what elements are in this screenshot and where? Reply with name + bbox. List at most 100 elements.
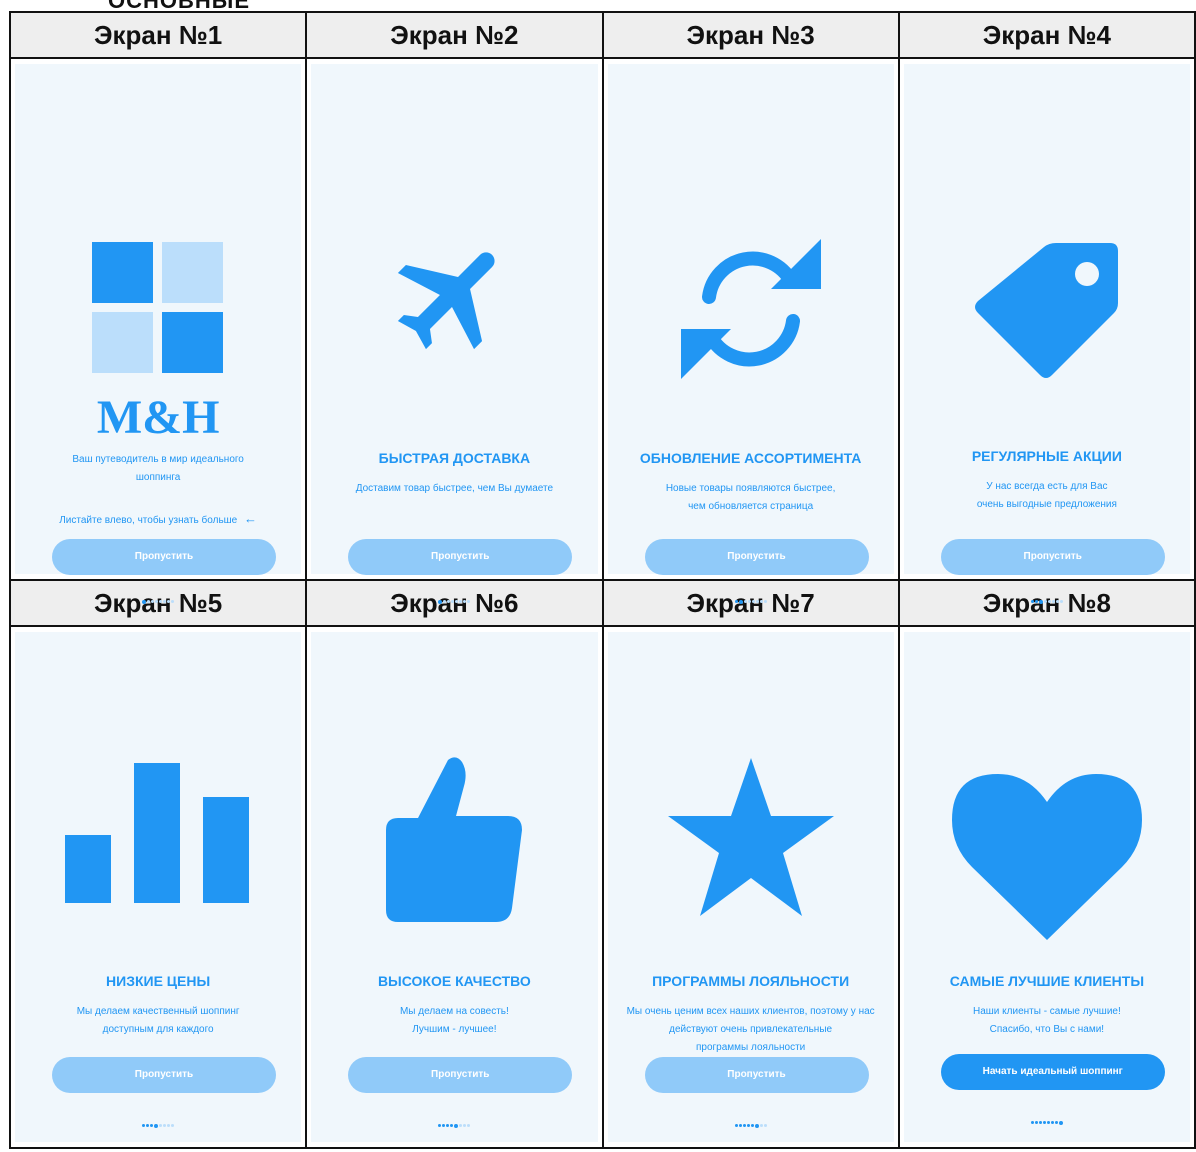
page-dot (1042, 1121, 1046, 1125)
page-dot (159, 1124, 163, 1128)
page-dot (167, 1124, 171, 1128)
page-dot (442, 1124, 446, 1128)
page-dot (1058, 1120, 1063, 1125)
page-dot (763, 600, 767, 604)
page-dot (446, 1124, 450, 1128)
page-dot (467, 1124, 471, 1128)
description-line: Новые товары появляются быстрее, (665, 483, 836, 494)
skip-button[interactable]: Пропустить (644, 539, 869, 575)
page-dot (750, 1124, 754, 1128)
arrow-left-icon: ← (244, 511, 258, 526)
page-dot (438, 1124, 442, 1128)
page-dot (1038, 1121, 1042, 1125)
description-line: шоппинга (135, 472, 181, 483)
page-dot (738, 1124, 742, 1128)
skip-button[interactable]: Пропустить (348, 1057, 573, 1093)
page-indicator (904, 593, 1190, 604)
thumbs-up-icon (311, 756, 597, 931)
screens-table: Экран №1 Экран №2 Экран №3 Экран №4 M&H … (8, 11, 1196, 1149)
skip-button[interactable]: Пропустить (52, 1057, 276, 1093)
page-indicator (15, 593, 301, 604)
screen-header: Экран №3 (603, 13, 898, 57)
page-dot (1030, 1121, 1034, 1125)
description-line: очень выгодные предложения (976, 499, 1117, 510)
skip-button[interactable]: Пропустить (52, 539, 276, 575)
screen-header: Экран №2 (307, 13, 602, 57)
description-line: Наши клиенты - самые лучшие! (972, 1006, 1121, 1017)
skip-button[interactable]: Пропустить (644, 1057, 869, 1093)
page-dot (754, 1123, 759, 1128)
page-indicator (608, 593, 894, 604)
description-line: Мы делаем на совесть! (399, 1006, 509, 1017)
page-dot (755, 600, 759, 604)
star-icon (608, 758, 894, 921)
screen-header: Экран №1 (11, 13, 306, 57)
heart-icon (904, 772, 1190, 947)
page-dot (751, 600, 755, 604)
screen-header: Экран №6 (307, 581, 602, 625)
screen-title: ВЫСОКОЕ КАЧЕСТВО (377, 973, 531, 989)
screen-1: M&H Ваш путеводитель в мир идеального шо… (15, 64, 302, 604)
brand-logo: M&H (96, 391, 220, 444)
swipe-hint: Листайте влево, чтобы узнать больше ← (15, 511, 301, 526)
screen-5: НИЗКИЕ ЦЕНЫ Мы делаем качественный шоппи… (15, 632, 302, 1142)
description-line: программы лояльности (696, 1042, 806, 1053)
page-dot (459, 1124, 463, 1128)
page-dot (463, 1124, 467, 1128)
description-line: доступным для каждого (102, 1024, 214, 1035)
screen-header: Экран №8 (899, 581, 1194, 625)
page-dot (1050, 1121, 1054, 1125)
page-dot (142, 599, 147, 604)
page-dot (734, 600, 738, 604)
page-dot (763, 1124, 767, 1128)
page-dot (743, 600, 747, 604)
page-indicator (608, 1117, 894, 1128)
screen-header: Экран №7 (603, 581, 898, 625)
page-dot (150, 1124, 154, 1128)
screen-4: РЕГУЛЯРНЫЕ АКЦИИ У нас всегда есть для В… (903, 64, 1190, 604)
page-dot (450, 1124, 454, 1128)
page-dot (746, 1124, 750, 1128)
page-dot (163, 1124, 167, 1128)
screen-header: Экран №4 (899, 13, 1194, 57)
description-line: Мы очень ценим всех наших клиентов, поэт… (626, 1006, 875, 1017)
description-line: У нас всегда есть для Вас (986, 481, 1108, 492)
description-line: действуют очень привлекательные (669, 1024, 833, 1035)
description-line: Ваш путеводитель в мир идеального (72, 454, 244, 465)
page-dot (747, 600, 751, 604)
page-indicator (904, 1114, 1190, 1125)
screen-title: НИЗКИЕ ЦЕНЫ (106, 973, 211, 989)
screen-title: БЫСТРАЯ ДОСТАВКА (378, 450, 531, 466)
page-dot (154, 1123, 159, 1128)
screen-8: САМЫЕ ЛУЧШИЕ КЛИЕНТЫ Наши клиенты - самы… (903, 632, 1190, 1142)
screen-7: ПРОГРАММЫ ЛОЯЛЬНОСТИ Мы очень ценим всех… (607, 632, 894, 1142)
page-dot (171, 1124, 175, 1128)
screen-header: Экран №5 (11, 581, 306, 625)
description-line: Спасибо, что Вы с нами! (989, 1024, 1105, 1035)
page-dot (1046, 1121, 1050, 1125)
description-line: Доставим товар быстрее, чем Вы думаете (355, 483, 554, 494)
page-dot (454, 1123, 459, 1128)
page-dot (759, 600, 763, 604)
page-dot (146, 1124, 150, 1128)
page-dot (1034, 1121, 1038, 1125)
page-dot (738, 599, 743, 604)
screen-3: ОБНОВЛЕНИЕ АССОРТИМЕНТА Новые товары поя… (607, 64, 894, 604)
start-shopping-button[interactable]: Начать идеальный шоппинг (940, 1054, 1165, 1090)
refresh-icon (608, 239, 894, 384)
bar-chart-icon (15, 763, 301, 908)
airplane-icon (311, 229, 597, 370)
screen-title: ОБНОВЛЕНИЕ АССОРТИМЕНТА (639, 450, 862, 466)
description-line: Лучшим - лучшее! (412, 1024, 497, 1035)
page-indicator (311, 593, 597, 604)
page-indicator (311, 1117, 597, 1128)
page-dot (1054, 1121, 1058, 1125)
screen-title: РЕГУЛЯРНЫЕ АКЦИИ (971, 448, 1122, 464)
page-dot (759, 1124, 763, 1128)
page-dot (1038, 599, 1043, 604)
page-dot (734, 1124, 738, 1128)
skip-button[interactable]: Пропустить (940, 539, 1165, 575)
price-tag-icon (904, 239, 1190, 389)
skip-button[interactable]: Пропустить (348, 539, 573, 575)
description-line: чем обновляется страница (688, 501, 814, 512)
